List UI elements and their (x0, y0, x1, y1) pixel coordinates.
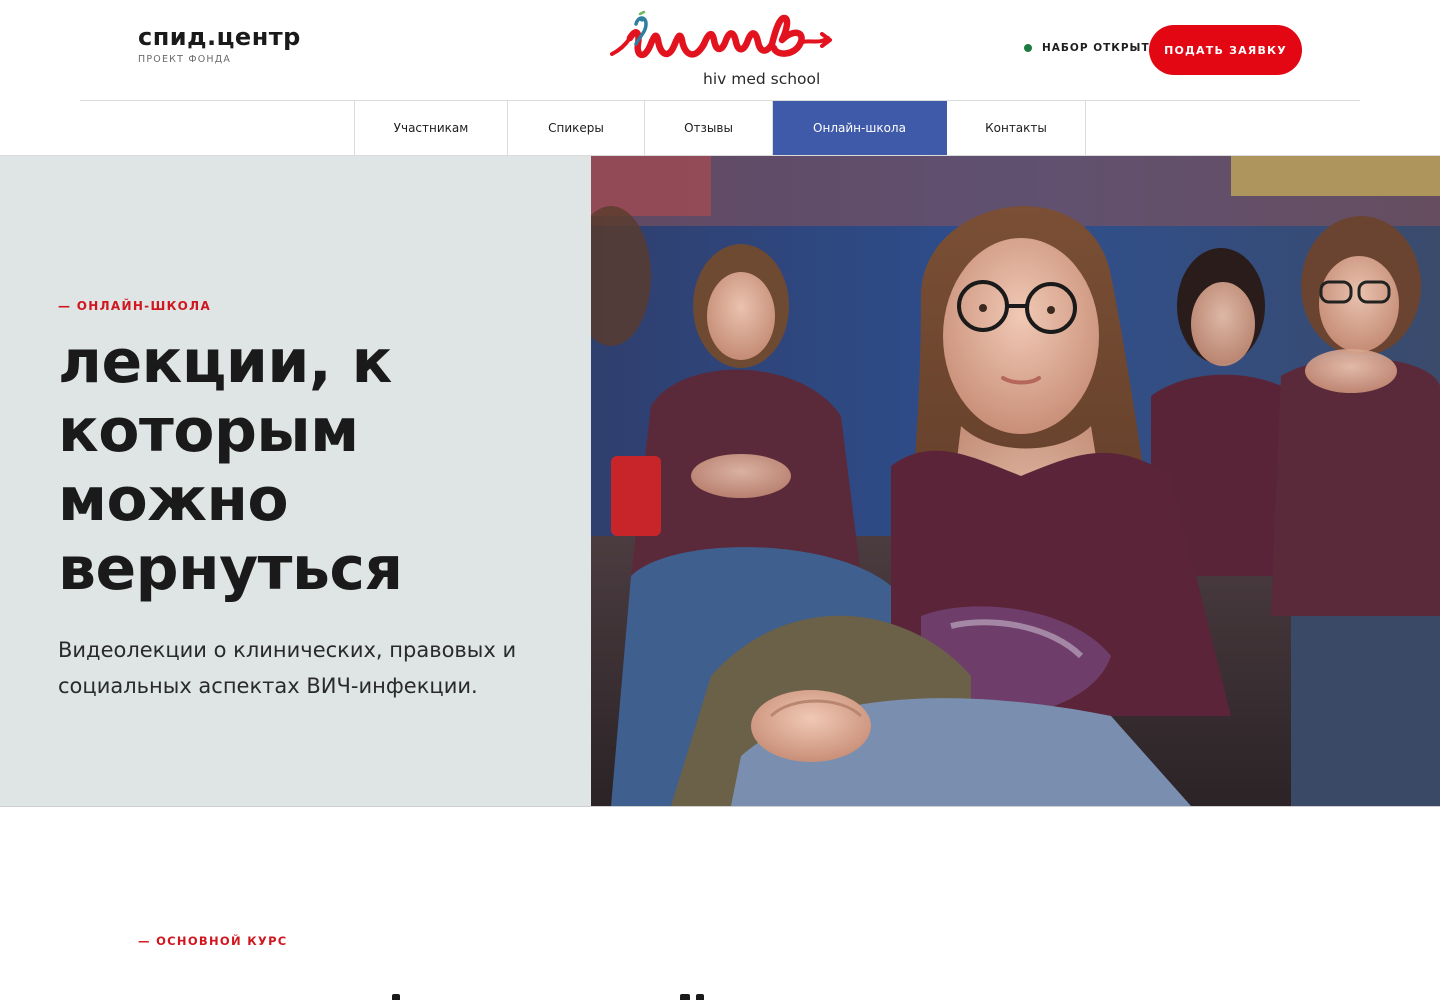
hero-divider (0, 806, 1440, 807)
brand-subtitle: ПРОЕКТ ФОНДА (138, 54, 232, 65)
hero-photo (591, 156, 1440, 806)
logo-caption: hiv med school (703, 70, 821, 88)
section-heading-cutoff (380, 994, 720, 1000)
status-text: НАБОР ОТКРЫТ (1042, 42, 1150, 54)
nav-item-online-school[interactable]: Онлайн-школа (773, 101, 947, 155)
nav-item-participants[interactable]: Участникам (355, 101, 508, 155)
hero-panel: — ОНЛАЙН-ШКОЛА лекции, к которым можно в… (0, 156, 591, 806)
school-logo-icon (610, 10, 832, 58)
hero-eyebrow: — ОНЛАЙН-ШКОЛА (58, 299, 212, 313)
apply-button[interactable]: ПОДАТЬ ЗАЯВКУ (1149, 25, 1302, 75)
audience-photo (591, 156, 1440, 806)
hero-title: лекции, к которым можно вернуться (58, 327, 403, 604)
brand-name: спид.центр (138, 23, 301, 51)
nav-item-reviews[interactable]: Отзывы (645, 101, 773, 155)
enrollment-status: НАБОР ОТКРЫТ (1024, 42, 1150, 54)
main-nav: Участникам Спикеры Отзывы Онлайн-школа К… (354, 101, 1086, 155)
hiv-med-school-logo[interactable]: hiv med school (606, 10, 836, 92)
brand-logo[interactable]: спид.центр ПРОЕКТ ФОНДА (138, 24, 301, 65)
nav-item-speakers[interactable]: Спикеры (508, 101, 645, 155)
nav-item-contacts[interactable]: Контакты (947, 101, 1086, 155)
status-dot-icon (1024, 44, 1032, 52)
hero-description: Видеолекции о клинических, правовых и со… (58, 638, 517, 698)
section-eyebrow: — ОСНОВНОЙ КУРС (138, 934, 288, 948)
